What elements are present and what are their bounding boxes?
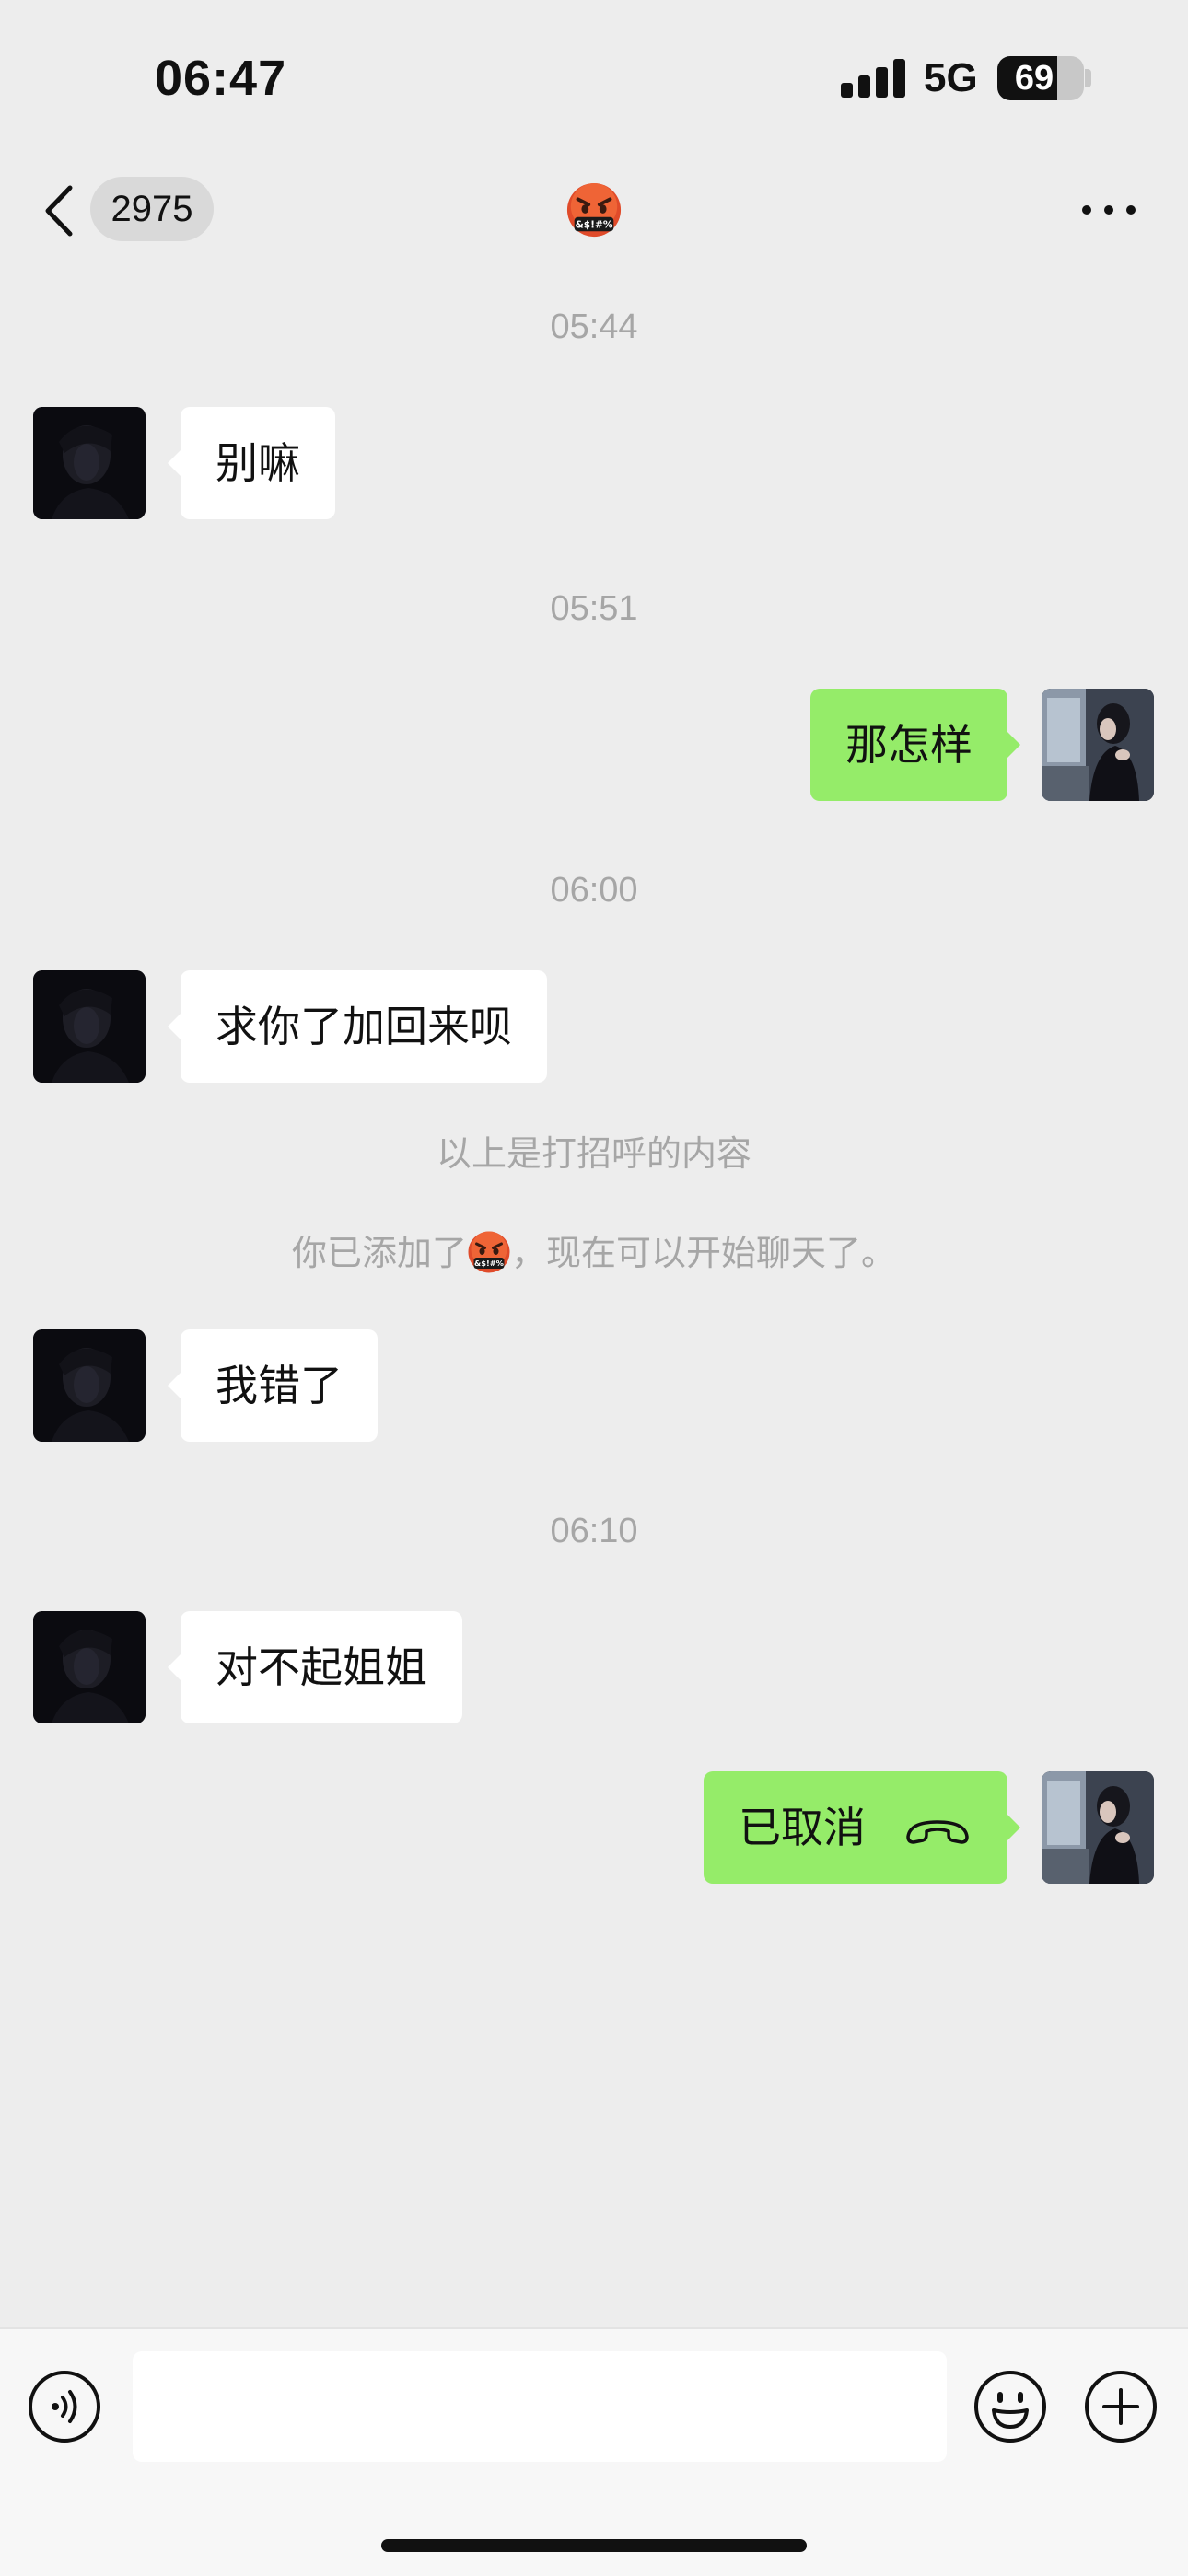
outgoing-message-bubble[interactable]: 那怎样: [810, 689, 1020, 801]
hang-up-icon: [906, 1819, 969, 1844]
my-avatar[interactable]: [1042, 1771, 1154, 1884]
incoming-message-bubble[interactable]: 别嘛: [168, 407, 335, 519]
system-notice-text-after: ，现在可以开始聊天了。: [511, 1233, 897, 1273]
back-chevron-icon[interactable]: [37, 179, 83, 243]
contact-avatar[interactable]: [33, 970, 146, 1083]
network-type: 5G: [924, 55, 978, 100]
system-notice-text-before: 你已添加了: [291, 1233, 467, 1273]
call-status-text: 已取消: [739, 1803, 866, 1852]
voice-icon[interactable]: [28, 2370, 101, 2443]
message-timestamp: 05:44: [550, 307, 638, 346]
message-timestamp: 06:10: [550, 1512, 638, 1550]
contact-avatar[interactable]: [33, 1611, 146, 1723]
plus-icon[interactable]: [1084, 2370, 1158, 2443]
emoji-icon[interactable]: [973, 2370, 1047, 2443]
contact-avatar[interactable]: [33, 407, 146, 519]
status-time: 06:47: [155, 51, 287, 106]
ellipsis-icon[interactable]: [1082, 199, 1137, 221]
signal-icon: [841, 59, 905, 98]
message-timestamp: 06:00: [550, 871, 638, 910]
outgoing-call-bubble[interactable]: 已取消: [704, 1771, 1020, 1884]
contact-avatar[interactable]: [33, 1329, 146, 1442]
chat-header: 2975: [0, 166, 1188, 258]
battery-percent: 69: [1014, 59, 1054, 98]
my-avatar[interactable]: [1042, 689, 1154, 801]
incoming-message-bubble[interactable]: 我错了: [168, 1329, 378, 1442]
incoming-message-bubble[interactable]: 求你了加回来呗: [168, 970, 547, 1083]
angry-cursing-emoji-icon: [467, 1230, 511, 1274]
battery-tip: [1085, 69, 1091, 87]
incoming-message-bubble[interactable]: 对不起姐姐: [168, 1611, 462, 1723]
home-indicator[interactable]: [381, 2539, 807, 2552]
system-notice-added: 你已添加了 ，现在可以开始聊天了。: [0, 1224, 1188, 1276]
status-bar: 06:47 5G 69: [0, 0, 1188, 157]
battery-icon: 69: [997, 56, 1084, 100]
system-notice-greeting: 以上是打招呼的内容: [436, 1133, 751, 1174]
message-timestamp: 05:51: [550, 589, 638, 628]
message-input[interactable]: [133, 2351, 947, 2462]
unread-count-badge[interactable]: 2975: [90, 177, 214, 241]
angry-cursing-emoji-icon: [565, 181, 623, 238]
